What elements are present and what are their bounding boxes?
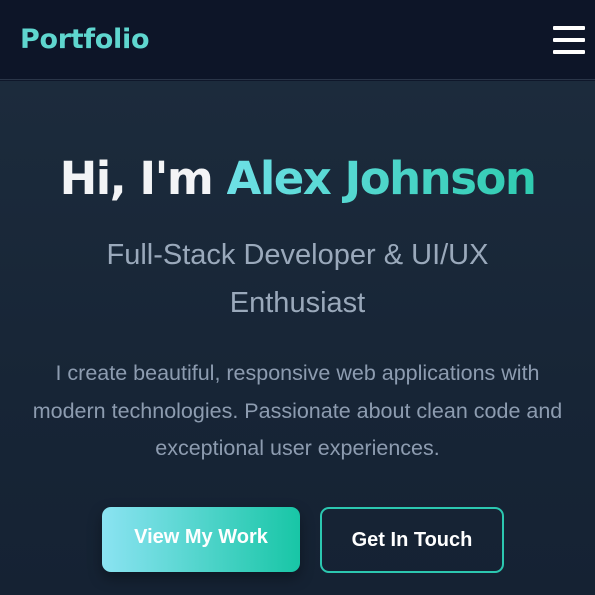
hamburger-menu-icon[interactable]	[553, 25, 585, 54]
hero-subtitle: Full-Stack Developer & UI/UX Enthusiast	[106, 239, 489, 319]
menu-bar-top	[553, 25, 585, 30]
menu-bar-bottom	[553, 49, 585, 54]
navbar: Portfolio	[0, 0, 595, 80]
hero-name: Alex Johnson	[226, 152, 537, 205]
hero-section: Hi, I'm Alex Johnson Full-Stack Develope…	[0, 81, 595, 595]
hero-greeting: Hi, I'm	[59, 152, 227, 205]
site-logo[interactable]: Portfolio	[20, 24, 150, 55]
view-my-work-button[interactable]: View My Work	[102, 507, 300, 572]
hero-title: Hi, I'm Alex Johnson	[0, 151, 595, 207]
menu-bar-middle	[553, 37, 585, 42]
hero-description: I create beautiful, responsive web appli…	[32, 361, 563, 460]
get-in-touch-button[interactable]: Get In Touch	[320, 507, 504, 573]
